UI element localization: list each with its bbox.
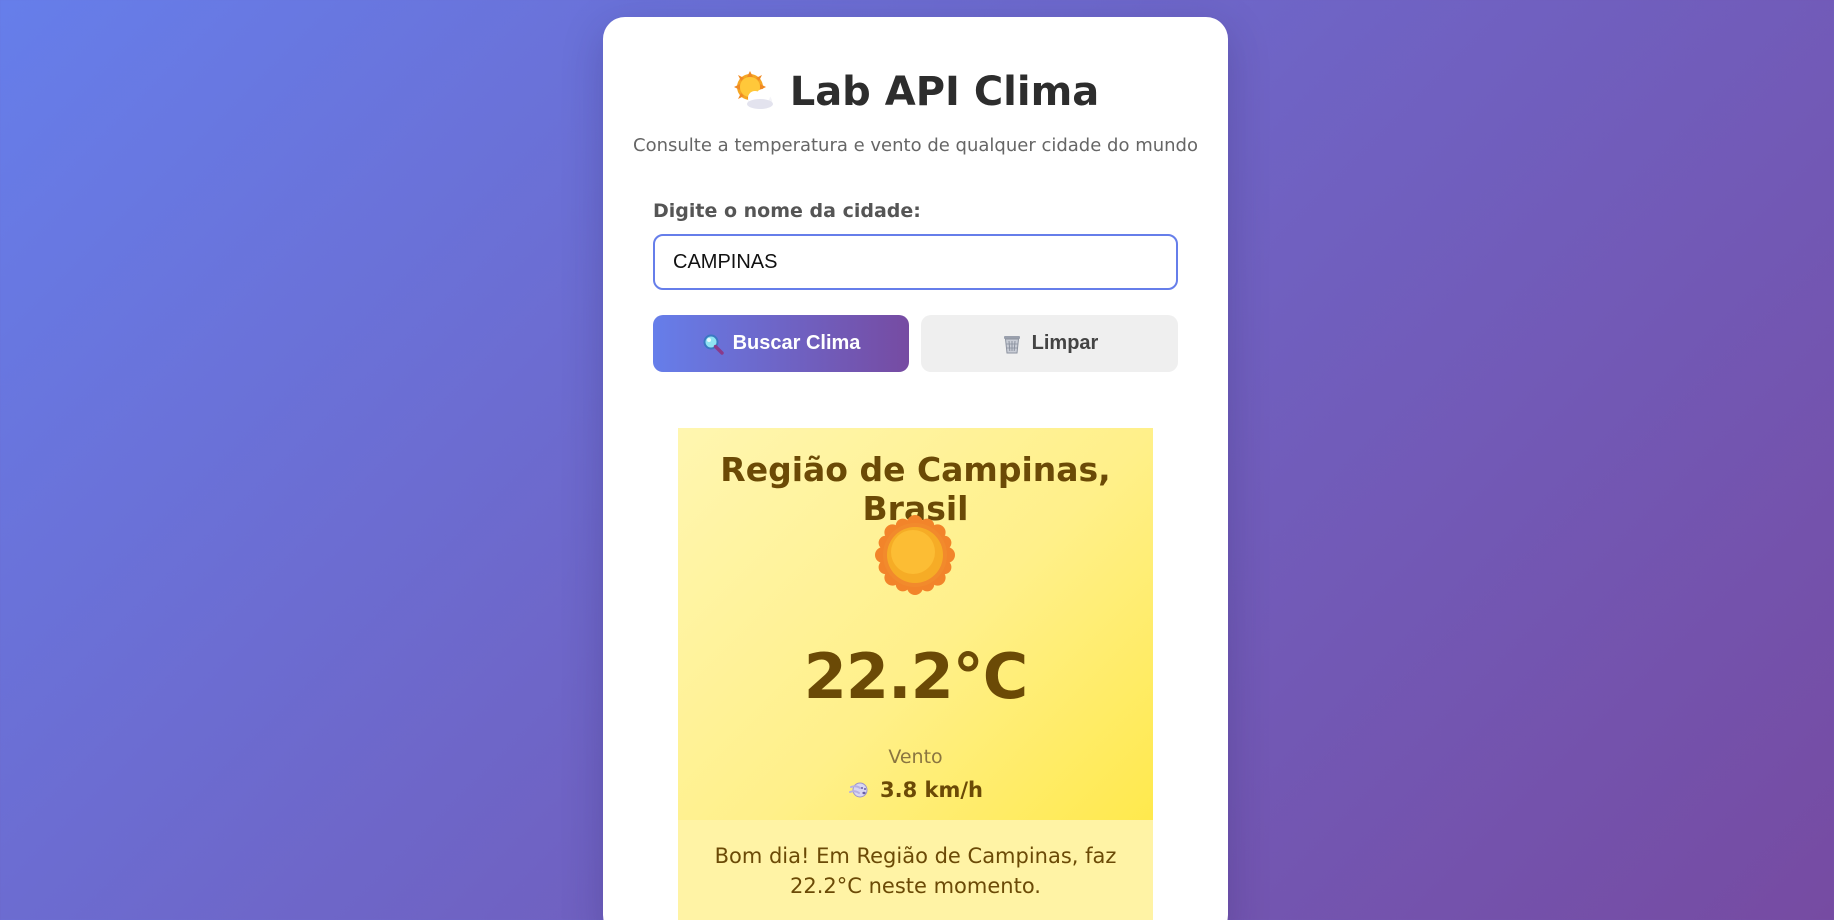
search-weather-button[interactable]: Buscar Clima xyxy=(653,315,909,372)
city-search-input[interactable] xyxy=(653,234,1178,290)
clear-button-label: Limpar xyxy=(1031,332,1099,354)
clear-button[interactable]: Limpar xyxy=(921,315,1178,372)
weather-card: Lab API Clima Consulte a temperatura e v… xyxy=(603,17,1228,920)
search-button-label: Buscar Clima xyxy=(732,332,861,354)
page-title: Lab API Clima xyxy=(789,69,1100,115)
page-header: Lab API Clima xyxy=(603,69,1228,115)
page-subtitle: Consulte a temperatura e vento de qualqu… xyxy=(633,135,1198,156)
wind-face-icon xyxy=(848,778,872,802)
temperature-value: 22.2°C xyxy=(803,640,1028,713)
sun-behind-cloud-icon xyxy=(732,70,776,114)
wind-info: 3.8 km/h xyxy=(678,778,1153,802)
wind-label: Vento xyxy=(888,746,943,768)
wind-speed-value: 3.8 km/h xyxy=(880,778,983,802)
weather-result: Região de Campinas, Brasil 22.2°C Vento … xyxy=(678,428,1153,820)
sun-icon xyxy=(873,513,957,597)
magnifying-glass-icon xyxy=(702,333,724,355)
city-field-label: Digite o nome da cidade: xyxy=(653,200,921,222)
weather-message: Bom dia! Em Região de Campinas, faz 22.2… xyxy=(678,820,1153,920)
wastebasket-icon xyxy=(1001,333,1023,355)
